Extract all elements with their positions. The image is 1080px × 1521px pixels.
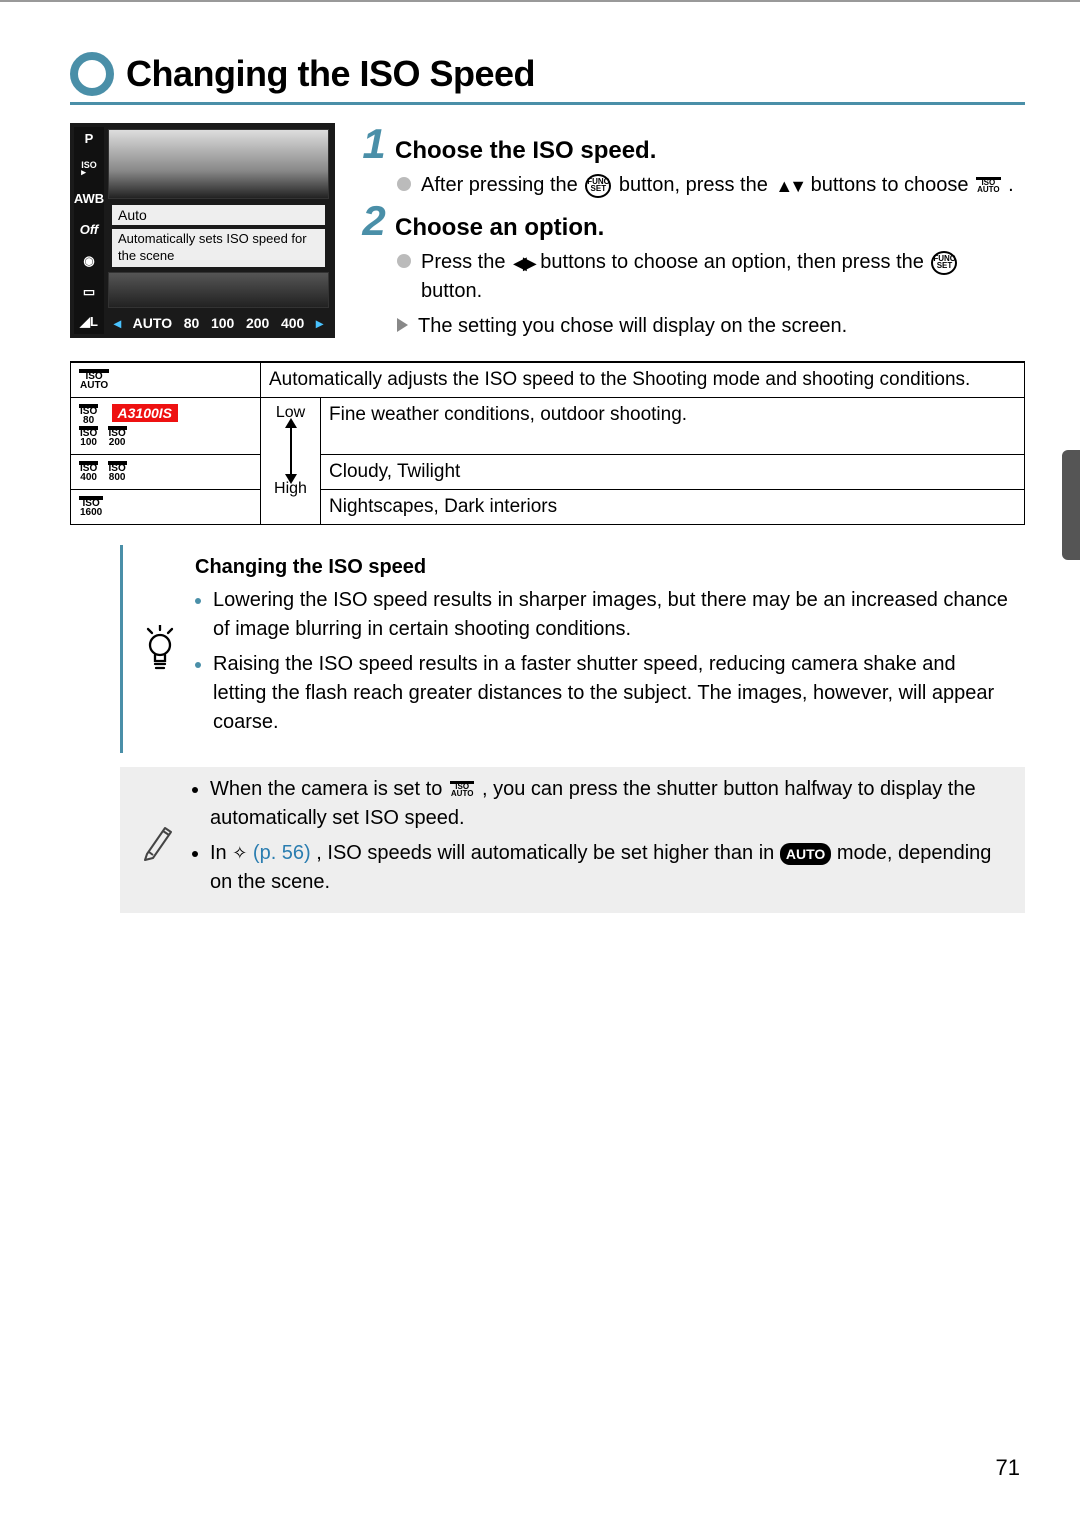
tip-item: When the camera is set to ISOAUTO , you …: [210, 775, 1011, 833]
cell-desc: Cloudy, Twilight: [321, 455, 1025, 490]
cell-desc: Nightscapes, Dark interiors: [321, 490, 1025, 525]
iso-800-icon: ISO800: [108, 461, 127, 482]
iso-80-icon: ISO80: [79, 404, 98, 425]
model-badge: A3100IS: [112, 404, 178, 422]
sidebar-drive: ▭: [83, 284, 95, 300]
sidebar-meter: ◉: [83, 253, 94, 269]
func-set-button-icon: FUNCSET: [931, 251, 957, 275]
text: button.: [421, 280, 482, 302]
iso-auto-icon: ISOAUTO: [450, 781, 475, 798]
text: buttons to choose: [811, 174, 974, 196]
low-light-mode-icon: ✧: [232, 843, 247, 863]
func-set-button-icon: FUNCSET: [585, 174, 611, 198]
sidebar-size: ◢L: [80, 314, 98, 330]
text: .: [1008, 174, 1014, 196]
page-number: 71: [996, 1455, 1020, 1481]
camera-sidebar: P ISO▸ AWB Off ◉ ▭ ◢L: [74, 127, 104, 334]
bullet-icon: [397, 254, 411, 268]
iso-opt-200: 200: [246, 315, 269, 331]
iso-opt-400: 400: [281, 315, 304, 331]
text: The setting you chose will display on th…: [418, 312, 847, 341]
scale-arrow-icon: [290, 426, 292, 476]
text: Press the: [421, 251, 511, 273]
chapter-tab: [1062, 450, 1080, 560]
auto-mode-icon: AUTO: [780, 843, 831, 865]
text: buttons to choose an option, then press …: [540, 251, 929, 273]
iso-auto-icon: ISOAUTO: [976, 177, 1001, 194]
tip-box-note: When the camera is set to ISOAUTO , you …: [120, 767, 1025, 913]
section-heading: Changing the ISO Speed: [70, 52, 1025, 105]
camera-preview-image: [108, 129, 329, 199]
left-right-arrows-icon: ◀▶: [513, 250, 533, 276]
iso-opt-auto: AUTO: [133, 315, 172, 331]
table-row-mid: ISO400 ISO800 Cloudy, Twilight: [71, 455, 1025, 490]
up-down-arrows-icon: ▲▼: [775, 173, 803, 199]
tip-box-idea: Changing the ISO speed Lowering the ISO …: [120, 545, 1025, 753]
bullet-icon: [397, 177, 411, 191]
step-2: 2 Choose an option.: [357, 204, 1025, 242]
sidebar-off: Off: [80, 222, 99, 238]
step-1-instruction: After pressing the FUNCSET button, press…: [397, 171, 1025, 200]
iso-100-icon: ISO100: [79, 426, 98, 447]
pencil-icon: [132, 775, 182, 903]
step-number: 2: [357, 204, 391, 238]
sidebar-awb: AWB: [74, 191, 104, 207]
camera-screenshot: P ISO▸ AWB Off ◉ ▭ ◢L Auto Automatically…: [70, 123, 335, 338]
cell-desc: Automatically adjusts the ISO speed to t…: [261, 362, 1025, 398]
iso-opt-100: 100: [211, 315, 234, 331]
text: , ISO speeds will automatically be set h…: [316, 842, 780, 864]
step-2-result: The setting you chose will display on th…: [397, 312, 1025, 341]
camera-scene-strip: [108, 272, 329, 308]
page-reference[interactable]: (p. 56): [253, 842, 311, 864]
sidebar-mode: P: [85, 131, 94, 147]
camera-selected-label: Auto: [112, 205, 325, 225]
heading-bullet-icon: [70, 52, 114, 96]
result-arrow-icon: [397, 318, 408, 332]
iso-opt-80: 80: [184, 315, 200, 331]
lightbulb-icon: [135, 553, 185, 743]
iso-200-icon: ISO200: [108, 426, 127, 447]
step-1: 1 Choose the ISO speed.: [357, 127, 1025, 165]
iso-auto-icon: ISOAUTO: [79, 369, 109, 390]
step-number: 1: [357, 127, 391, 161]
iso-description-table: ISOAUTO Automatically adjusts the ISO sp…: [70, 361, 1025, 525]
tip-item: In ✧ (p. 56) , ISO speeds will automatic…: [210, 839, 1011, 897]
camera-iso-values: ◂ AUTO 80 100 200 400 ▸: [108, 312, 329, 334]
iso-1600-icon: ISO1600: [79, 496, 103, 517]
step-title: Choose an option.: [395, 214, 604, 242]
table-row-high: ISO1600 Nightscapes, Dark interiors: [71, 490, 1025, 525]
sidebar-iso: ISO▸: [81, 162, 97, 176]
tip-title: Changing the ISO speed: [195, 553, 1011, 582]
cell-desc: Fine weather conditions, outdoor shootin…: [321, 398, 1025, 455]
step-2-instruction: Press the ◀▶ buttons to choose an option…: [397, 248, 1025, 306]
text: After pressing the: [421, 174, 583, 196]
text: button, press the: [619, 174, 774, 196]
tip-item: Raising the ISO speed results in a faste…: [213, 650, 1011, 737]
text: When the camera is set to: [210, 778, 448, 800]
iso-400-icon: ISO400: [79, 461, 98, 482]
step-title: Choose the ISO speed.: [395, 137, 656, 165]
table-row-auto: ISOAUTO Automatically adjusts the ISO sp…: [71, 362, 1025, 398]
text: In: [210, 842, 232, 864]
camera-selected-desc: Automatically sets ISO speed for the sce…: [112, 229, 325, 267]
tip-item: Lowering the ISO speed results in sharpe…: [213, 586, 1011, 644]
heading-text: Changing the ISO Speed: [126, 53, 535, 95]
table-row-low: ISO80 A3100IS ISO100 ISO200 Low High Fin…: [71, 398, 1025, 455]
